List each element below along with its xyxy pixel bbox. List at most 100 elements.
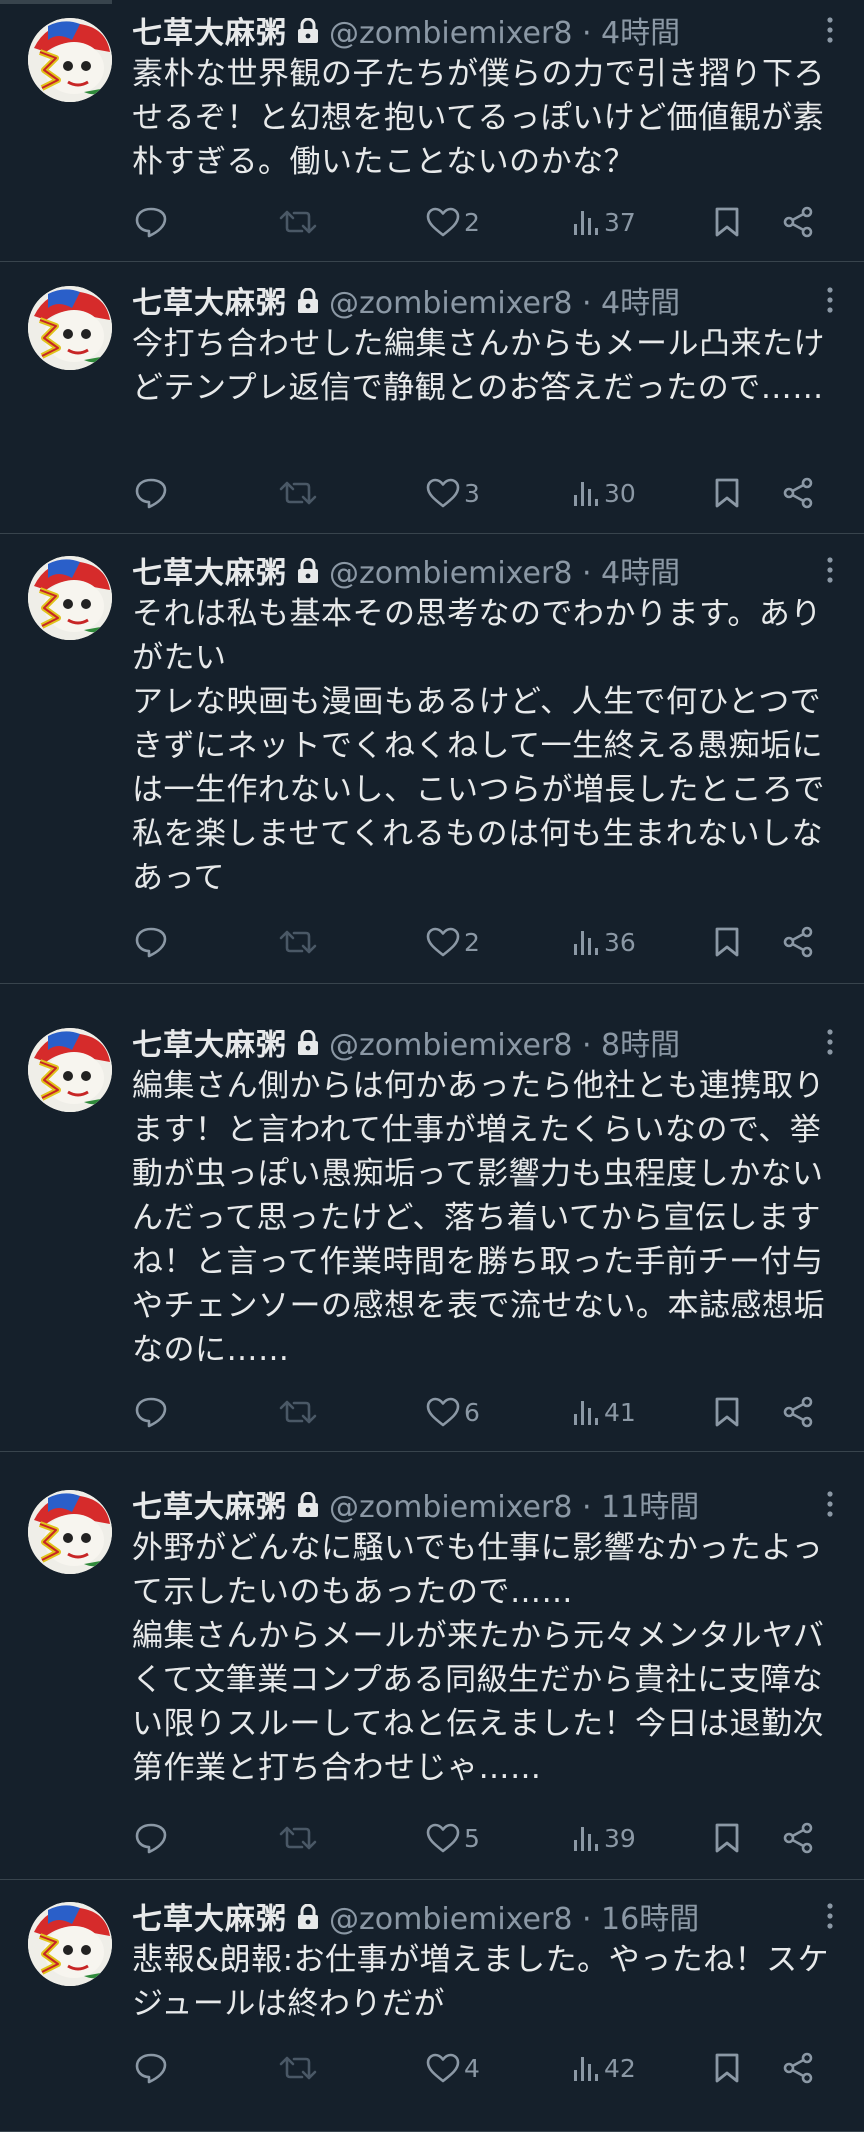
retweet-icon [278,2052,318,2084]
avatar[interactable] [28,286,112,370]
reply-button[interactable] [134,2046,168,2090]
display-name[interactable]: 七草大麻粥 [132,1482,287,1526]
more-icon[interactable] [818,15,842,45]
tweet-actions: 4 42 [132,2046,842,2090]
bookmark-button[interactable] [714,1816,740,1860]
tweet-content: 七草大麻粥 @zombiemixer8 · 4時間 それは私も基本その思考なので… [132,548,842,900]
avatar[interactable] [28,18,112,102]
like-count: 5 [464,1823,480,1853]
reply-icon [134,477,168,509]
bookmark-button[interactable] [714,200,740,244]
tweet-4[interactable]: 七草大麻粥 @zombiemixer8 · 8時間 編集さん側からは何かあったら… [0,984,864,1452]
retweet-button[interactable] [278,920,318,964]
retweet-button[interactable] [278,471,318,515]
avatar[interactable] [28,1902,112,1986]
more-icon[interactable] [818,1901,842,1931]
reply-button[interactable] [134,920,168,964]
reply-icon [134,1822,168,1854]
like-button[interactable]: 2 [426,920,480,964]
tweet-actions: 3 30 [132,471,842,515]
share-button[interactable] [782,200,814,244]
view-count: 41 [604,1397,636,1427]
display-name[interactable]: 七草大麻粥 [132,278,287,322]
share-button[interactable] [782,2046,814,2090]
retweet-button[interactable] [278,2046,318,2090]
handle-and-time[interactable]: @zombiemixer8 · 4時間 [329,8,680,52]
like-count: 2 [464,927,480,957]
share-button[interactable] [782,920,814,964]
bookmark-icon [714,2052,740,2084]
lock-icon [297,17,319,43]
view-count: 39 [604,1823,636,1853]
share-button[interactable] [782,1390,814,1434]
tweet-3[interactable]: 七草大麻粥 @zombiemixer8 · 4時間 それは私も基本その思考なので… [0,534,864,984]
like-button[interactable]: 4 [426,2046,480,2090]
lock-icon [297,1491,319,1517]
retweet-button[interactable] [278,1390,318,1434]
more-icon[interactable] [818,555,842,585]
retweet-button[interactable] [278,200,318,244]
view-count: 36 [604,927,636,957]
retweet-icon [278,206,318,238]
bookmark-button[interactable] [714,471,740,515]
views-button[interactable]: 30 [572,471,636,515]
reply-icon [134,206,168,238]
more-icon[interactable] [818,1489,842,1519]
views-icon [572,207,600,237]
tweet-5[interactable]: 七草大麻粥 @zombiemixer8 · 11時間 外野がどんなに騒いでも仕事… [0,1452,864,1880]
views-icon [572,1823,600,1853]
like-button[interactable]: 3 [426,471,480,515]
more-icon[interactable] [818,285,842,315]
lock-icon [297,1029,319,1055]
tweet-2[interactable]: 七草大麻粥 @zombiemixer8 · 4時間 今打ち合わせした編集さんから… [0,262,864,534]
display-name[interactable]: 七草大麻粥 [132,8,287,52]
like-count: 4 [464,2053,480,2083]
share-button[interactable] [782,1816,814,1860]
like-button[interactable]: 2 [426,200,480,244]
avatar[interactable] [28,1028,112,1112]
avatar[interactable] [28,556,112,640]
views-button[interactable]: 41 [572,1390,636,1434]
bookmark-button[interactable] [714,1390,740,1434]
reply-button[interactable] [134,1816,168,1860]
tweet-header: 七草大麻粥 @zombiemixer8 · 4時間 [132,278,842,322]
avatar[interactable] [28,1490,112,1574]
display-name[interactable]: 七草大麻粥 [132,1020,287,1064]
like-button[interactable]: 6 [426,1390,480,1434]
display-name[interactable]: 七草大麻粥 [132,548,287,592]
display-name[interactable]: 七草大麻粥 [132,1894,287,1938]
retweet-button[interactable] [278,1816,318,1860]
handle-and-time[interactable]: @zombiemixer8 · 16時間 [329,1894,699,1938]
bookmark-icon [714,1822,740,1854]
tweet-6[interactable]: 七草大麻粥 @zombiemixer8 · 16時間 悲報&朗報:お仕事が増えま… [0,1880,864,2132]
views-button[interactable]: 42 [572,2046,636,2090]
tweet-text: 編集さん側からは何かあったら他社とも連携取ります！と言われて仕事が増えたくらいな… [132,1068,825,1368]
handle-and-time[interactable]: @zombiemixer8 · 4時間 [329,548,680,592]
views-button[interactable]: 37 [572,200,636,244]
bookmark-icon [714,926,740,958]
share-icon [782,926,814,958]
tweet-text: 今打ち合わせした編集さんからもメール凸来たけどテンプレ返信で静観とのお答えだった… [132,326,825,406]
views-icon [572,478,600,508]
more-icon[interactable] [818,1027,842,1057]
bookmark-button[interactable] [714,920,740,964]
tweet-text: 素朴な世界観の子たちが僕らの力で引き摺り下ろせるぞ！と幻想を抱いてるっぽいけど価… [132,56,825,180]
retweet-icon [278,926,318,958]
reply-button[interactable] [134,471,168,515]
views-button[interactable]: 39 [572,1816,636,1860]
reply-button[interactable] [134,1390,168,1434]
reply-button[interactable] [134,200,168,244]
heart-icon [426,1397,460,1427]
share-button[interactable] [782,471,814,515]
bookmark-button[interactable] [714,2046,740,2090]
views-button[interactable]: 36 [572,920,636,964]
handle-and-time[interactable]: @zombiemixer8 · 4時間 [329,278,680,322]
views-icon [572,927,600,957]
heart-icon [426,478,460,508]
tweet-1[interactable]: 七草大麻粥 @zombiemixer8 · 4時間 素朴な世界観の子たちが僕らの… [0,0,864,262]
like-button[interactable]: 5 [426,1816,480,1860]
heart-icon [426,1823,460,1853]
handle-and-time[interactable]: @zombiemixer8 · 11時間 [329,1482,699,1526]
handle-and-time[interactable]: @zombiemixer8 · 8時間 [329,1020,680,1064]
tweet-content: 七草大麻粥 @zombiemixer8 · 4時間 素朴な世界観の子たちが僕らの… [132,8,842,184]
